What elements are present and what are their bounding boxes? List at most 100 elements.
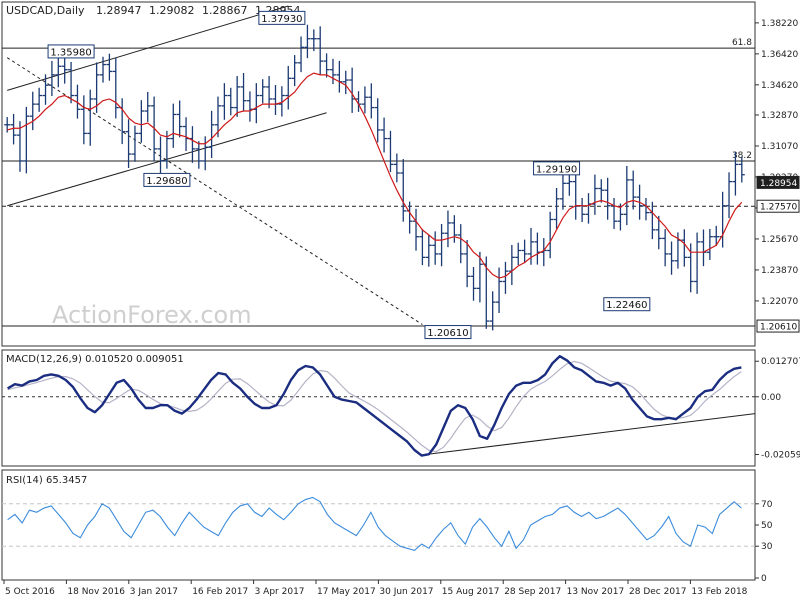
price-panel-title: USDCAD,Daily 1.28947 1.29082 1.28867 1.2…: [6, 4, 301, 17]
ohlc-bar: [457, 224, 464, 264]
ohlc-bar: [476, 251, 483, 303]
ohlc-bar: [425, 234, 432, 267]
ohlc-bar: [559, 169, 566, 210]
ohlc-bar: [649, 201, 656, 240]
x-axis-label: 13 Feb 2018: [691, 587, 747, 597]
ohlc-bar: [381, 117, 388, 153]
ohlc-bar: [42, 74, 49, 105]
ohlc-bar: [598, 179, 605, 203]
ohlc-bar: [4, 117, 11, 133]
ohlc-bar: [611, 197, 618, 229]
ohlc-bar: [259, 79, 266, 104]
macd-axis-label: -0.020599: [761, 450, 800, 460]
pivot-label: 1.29190: [536, 164, 577, 175]
ohlc-bar: [572, 169, 579, 220]
ohlc-bar: [36, 87, 43, 112]
ohlc-bar: [342, 70, 349, 95]
ohlc-bar: [272, 85, 279, 115]
macd-panel-title: MACD(12,26,9) 0.010520 0.009051: [6, 354, 184, 365]
ohlc-bar: [29, 91, 36, 131]
ohlc-bar: [87, 89, 94, 146]
moving-average-line: [7, 72, 743, 279]
ohlc-bar: [285, 65, 292, 110]
x-axis-label: 3 Apr 2017: [255, 587, 305, 597]
ohlc-bar: [336, 60, 343, 93]
ohlc-bar: [183, 117, 190, 151]
ohlc-bar: [579, 197, 586, 223]
ohlc-bar: [489, 291, 496, 331]
ohlc-bar: [368, 83, 375, 119]
ohlc-bar: [585, 193, 592, 224]
x-axis-label: 28 Sep 2017: [504, 587, 561, 597]
ohlc-bar: [266, 76, 273, 109]
ohlc-bar: [604, 177, 611, 220]
macd-axis-label: 0.00: [761, 393, 781, 403]
ohlc-bar: [291, 55, 298, 87]
ohlc-bar: [246, 91, 253, 122]
ohlc-bar: [387, 130, 394, 173]
ohlc-bar: [112, 57, 119, 119]
pivot-label: 1.20610: [427, 328, 468, 339]
macd-axis-label: 0.012707: [761, 357, 800, 367]
ohlc-bar: [694, 232, 701, 294]
ohlc-bar: [253, 83, 260, 124]
price-tag-label: 1.20610: [760, 323, 797, 333]
ohlc-bar: [668, 241, 675, 275]
rsi-axis-label: 0: [761, 574, 767, 584]
ohlc-bar: [687, 243, 694, 293]
ohlc-bar: [170, 103, 177, 148]
ohlc-bar: [189, 126, 196, 163]
pivot-label: 1.37930: [261, 14, 302, 25]
ohlc-bar: [298, 36, 305, 73]
x-axis-label: 5 Oct 2016: [5, 587, 55, 597]
ohlc-bar: [681, 229, 688, 267]
ohlc-bar: [361, 86, 368, 114]
ohlc-bar: [329, 58, 336, 85]
ohlc-bar: [304, 24, 311, 59]
ohlc-bar: [623, 165, 630, 226]
ohlc-bar: [662, 229, 669, 267]
rsi-axis-label: 30: [761, 542, 773, 552]
ohlc-bar: [706, 228, 713, 260]
rsi-axis-label: 50: [761, 521, 773, 531]
ohlc-bar: [451, 215, 458, 243]
ohlc-bar: [323, 53, 330, 78]
x-axis-label: 28 Dec 2017: [629, 587, 687, 597]
ohlc-bar: [106, 53, 113, 81]
x-axis-label: 13 Nov 2017: [567, 587, 625, 597]
ohlc-bar: [234, 76, 241, 117]
rsi-panel-title: RSI(14) 65.3457: [6, 475, 87, 486]
fib-level-label: 61.8: [732, 38, 752, 48]
ohlc-bar: [23, 106, 30, 174]
ohlc-bar: [144, 91, 151, 122]
macd-panel-frame: [1, 349, 756, 467]
x-axis-label: 16 Feb 2017: [192, 587, 248, 597]
price-tag-label: 1.27570: [760, 203, 797, 213]
ohlc-bar: [432, 231, 439, 265]
ohlc-bar: [515, 242, 522, 266]
ohlc-bar: [508, 244, 515, 286]
ohlc-bar: [208, 110, 215, 159]
x-axis-label: 18 Nov 2016: [67, 587, 125, 597]
macd-line: [7, 355, 742, 457]
ohlc-bar: [55, 56, 62, 88]
ohlc-bar: [534, 232, 541, 265]
x-axis-label: 30 Jun 2017: [379, 587, 433, 597]
watermark: ActionForex.com: [52, 301, 252, 329]
x-axis-label: 17 May 2017: [317, 587, 376, 597]
ohlc-bar: [566, 172, 573, 196]
ohlc-bar: [496, 267, 503, 313]
ohlc-bar: [195, 141, 202, 169]
ohlc-bar: [157, 136, 164, 175]
price-axis-label: 1.36420: [761, 50, 798, 60]
price-axis-label: 1.38220: [761, 19, 798, 29]
rsi-panel-frame: [1, 469, 756, 581]
ohlc-bar: [48, 60, 55, 97]
pivot-label: 1.35980: [50, 47, 91, 58]
price-axis-label: 1.25670: [761, 235, 798, 245]
ohlc-bar: [726, 172, 733, 219]
ohlc-bar: [317, 26, 324, 76]
ohlc-bar: [630, 170, 637, 210]
ohlc-bar: [138, 100, 145, 143]
ohlc-bar: [131, 125, 138, 162]
